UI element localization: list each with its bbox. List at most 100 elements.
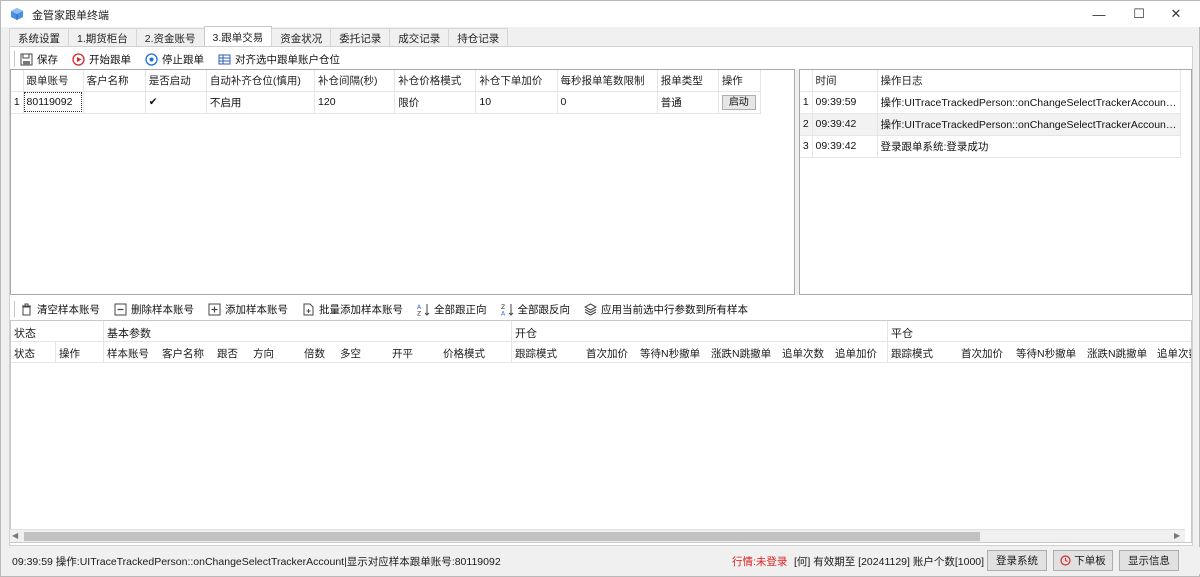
scrollbar-thumb[interactable] (24, 532, 980, 541)
cell-follow-account[interactable]: 80119092 (23, 91, 83, 113)
col-open-wait-cancel[interactable]: 等待N秒撤单 (640, 346, 700, 361)
tab-follow-trading[interactable]: 3.跟单交易 (204, 26, 273, 47)
log-text: 登录跟单系统:登录成功 (877, 135, 1180, 157)
license-info: [何] 有效期至 [20241129] 账户个数[1000] (794, 554, 984, 569)
align-positions-label: 对齐选中跟单账户仓位 (235, 52, 340, 67)
all-forward-button[interactable]: AZ 全部跟正向 (417, 302, 487, 317)
col-open-close[interactable]: 开平 (392, 346, 413, 361)
stop-follow-label: 停止跟单 (162, 52, 204, 67)
batch-add-button[interactable]: 批量添加样本账号 (302, 302, 403, 317)
col-orders-per-second[interactable]: 每秒报单笔数限制 (557, 70, 657, 91)
col-multiplier[interactable]: 倍数 (304, 346, 325, 361)
tab-fund-account[interactable]: 2.资金账号 (136, 28, 205, 47)
cell-order-type[interactable]: 普通 (657, 91, 718, 113)
tracker-grid: 跟单账号 客户名称 是否启动 自动补齐仓位(慎用) 补仓间隔(秒) 补仓价格模式… (10, 69, 795, 295)
apply-params-button[interactable]: 应用当前选中行参数到所有样本 (584, 302, 748, 317)
cell-orders-limit[interactable]: 0 (557, 91, 657, 113)
col-close-wait-cancel[interactable]: 等待N秒撤单 (1016, 346, 1076, 361)
col-follow-account[interactable]: 跟单账号 (23, 70, 83, 91)
horizontal-scrollbar[interactable]: ◀ ▶ (10, 529, 1185, 542)
save-icon (20, 53, 33, 66)
log-row[interactable]: 1 09:39:59 操作:UITraceTrackedPerson::onCh… (800, 91, 1180, 113)
main-window: 金管家跟单终端 — ☐ ✕ 系统设置 1.期货柜台 2.资金账号 3.跟单交易 … (0, 0, 1200, 577)
col-operation[interactable]: 操作 (59, 346, 80, 361)
order-board-button[interactable]: 下单板 (1053, 550, 1113, 571)
cell-action: 启动 (718, 91, 760, 113)
col-action[interactable]: 操作 (718, 70, 760, 91)
tab-position-records[interactable]: 持仓记录 (448, 28, 508, 47)
cell-add-price[interactable]: 10 (476, 91, 557, 113)
tab-trade-records[interactable]: 成交记录 (389, 28, 449, 47)
align-positions-button[interactable]: 对齐选中跟单账户仓位 (218, 52, 340, 67)
col-auto-fill[interactable]: 自动补齐仓位(慎用) (206, 70, 314, 91)
scroll-right-icon[interactable]: ▶ (1174, 531, 1180, 540)
save-button[interactable]: 保存 (20, 52, 58, 67)
col-fill-interval[interactable]: 补仓间隔(秒) (315, 70, 395, 91)
col-price-mode[interactable]: 价格模式 (443, 346, 485, 361)
svg-text:A: A (501, 310, 506, 316)
delete-sample-button[interactable]: 删除样本账号 (114, 302, 194, 317)
col-long-short[interactable]: 多空 (340, 346, 361, 361)
col-client-name[interactable]: 客户名称 (162, 346, 204, 361)
scroll-left-icon[interactable]: ◀ (12, 531, 18, 540)
col-close-first-add[interactable]: 首次加价 (961, 346, 1003, 361)
col-close-chase-count[interactable]: 追单次数 (1157, 346, 1192, 361)
row-number: 1 (800, 91, 812, 113)
add-sample-button[interactable]: 添加样本账号 (208, 302, 288, 317)
top-toolbar: 保存 开始跟单 停止跟单 对齐选中跟单账户仓位 (14, 49, 354, 69)
col-enabled[interactable]: 是否启动 (145, 70, 206, 91)
cell-enabled-checkmark[interactable]: ✔ (145, 91, 206, 113)
trash-icon (20, 303, 33, 316)
col-fill-add-price[interactable]: 补仓下单加价 (476, 70, 557, 91)
col-open-chase-add[interactable]: 追单加价 (835, 346, 877, 361)
col-sample-account[interactable]: 样本账号 (107, 346, 149, 361)
show-info-button[interactable]: 显示信息 (1119, 550, 1179, 571)
col-close-track-mode[interactable]: 跟踪模式 (891, 346, 933, 361)
cell-fill-interval[interactable]: 120 (315, 91, 395, 113)
col-fill-price-mode[interactable]: 补仓价格模式 (395, 70, 476, 91)
sort-descending-icon: ZA (501, 303, 514, 316)
batch-add-label: 批量添加样本账号 (319, 302, 403, 317)
col-open-track-mode[interactable]: 跟踪模式 (515, 346, 557, 361)
start-follow-button[interactable]: 开始跟单 (72, 52, 131, 67)
tab-system-settings[interactable]: 系统设置 (9, 28, 69, 47)
col-open-tick-cancel[interactable]: 涨跌N跳撤单 (711, 346, 771, 361)
main-tabs: 系统设置 1.期货柜台 2.资金账号 3.跟单交易 资金状况 委托记录 成交记录… (9, 28, 507, 47)
tab-order-records[interactable]: 委托记录 (330, 28, 390, 47)
col-direction[interactable]: 方向 (253, 346, 274, 361)
col-follow-yes-no[interactable]: 跟否 (217, 346, 238, 361)
col-status[interactable]: 状态 (14, 346, 35, 361)
cell-client-name[interactable] (83, 91, 145, 113)
sample-grid-group-header: 状态 基本参数 开仓 平仓 (11, 321, 1192, 342)
row-number-header (11, 70, 23, 91)
close-button[interactable]: ✕ (1159, 1, 1193, 27)
log-grid: 时间 操作日志 1 09:39:59 操作:UITraceTrackedPers… (799, 69, 1192, 295)
clear-samples-button[interactable]: 清空样本账号 (20, 302, 100, 317)
login-system-button[interactable]: 登录系统 (987, 550, 1047, 571)
maximize-button[interactable]: ☐ (1122, 1, 1156, 27)
col-order-type[interactable]: 报单类型 (657, 70, 718, 91)
table-row[interactable]: 1 80119092 ✔ 不启用 120 限价 10 0 普通 启动 (11, 91, 761, 113)
col-client-name[interactable]: 客户名称 (83, 70, 145, 91)
start-row-button[interactable]: 启动 (722, 95, 756, 110)
market-status: 行情:未登录 (732, 554, 787, 569)
title-bar: 金管家跟单终端 — ☐ ✕ (1, 1, 1200, 27)
cell-auto-fill[interactable]: 不启用 (206, 91, 314, 113)
col-time[interactable]: 时间 (812, 70, 877, 91)
apply-params-label: 应用当前选中行参数到所有样本 (601, 302, 748, 317)
tab-futures-counter[interactable]: 1.期货柜台 (68, 28, 137, 47)
log-row[interactable]: 2 09:39:42 操作:UITraceTrackedPerson::onCh… (800, 113, 1180, 135)
col-open-chase-count[interactable]: 追单次数 (782, 346, 824, 361)
cell-price-mode[interactable]: 限价 (395, 91, 476, 113)
tab-fund-status[interactable]: 资金状况 (271, 28, 331, 47)
row-number: 2 (800, 113, 812, 135)
log-row[interactable]: 3 09:39:42 登录跟单系统:登录成功 (800, 135, 1180, 157)
add-sample-label: 添加样本账号 (225, 302, 288, 317)
col-close-tick-cancel[interactable]: 涨跌N跳撤单 (1087, 346, 1147, 361)
col-open-first-add[interactable]: 首次加价 (586, 346, 628, 361)
col-operation-log[interactable]: 操作日志 (877, 70, 1180, 91)
stop-follow-button[interactable]: 停止跟单 (145, 52, 204, 67)
minimize-button[interactable]: — (1082, 1, 1116, 27)
all-reverse-button[interactable]: ZA 全部跟反向 (501, 302, 571, 317)
tracker-grid-header: 跟单账号 客户名称 是否启动 自动补齐仓位(慎用) 补仓间隔(秒) 补仓价格模式… (11, 70, 761, 91)
